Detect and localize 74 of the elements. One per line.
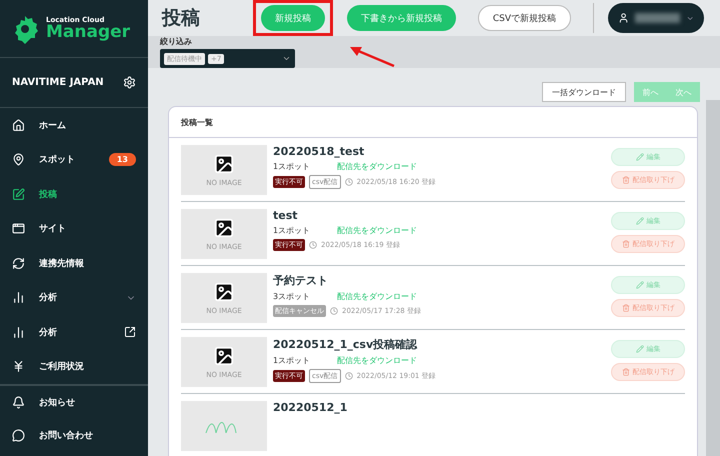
image-icon xyxy=(213,281,235,303)
post-title: 20220512_1_csv投稿確認 xyxy=(273,337,418,352)
image-icon xyxy=(213,345,235,367)
sidebar-item[interactable]: サイト xyxy=(0,212,148,246)
sidebar-item[interactable]: スポット 13 xyxy=(0,142,148,177)
user-icon xyxy=(618,12,630,24)
count-badge: 13 xyxy=(108,153,136,166)
bar-chart-icon xyxy=(12,326,25,339)
pencil-icon xyxy=(636,153,644,161)
image-icon xyxy=(213,217,235,239)
chevron-down-icon xyxy=(282,54,291,63)
clock-icon xyxy=(309,241,317,249)
post-title: 20220518_test xyxy=(273,145,366,158)
sidebar-item-label: お問い合わせ xyxy=(39,430,94,442)
post-title: test xyxy=(273,209,299,222)
sidebar-item[interactable]: 投稿 xyxy=(0,177,148,212)
sidebar-item[interactable]: ホーム xyxy=(0,108,148,142)
spot-count: 3スポット xyxy=(273,291,312,302)
logo-title: Manager xyxy=(46,24,130,40)
card-title: 投稿一覧 xyxy=(169,107,697,138)
sidebar-item-label: お知らせ xyxy=(39,396,76,409)
account-name: NAVITIME JAPAN xyxy=(12,77,104,88)
sidebar-item[interactable]: 連携先情報 xyxy=(0,246,148,280)
spot-count: 1スポット xyxy=(273,161,312,172)
user-menu-button[interactable] xyxy=(608,3,704,33)
trash-icon xyxy=(622,368,630,376)
sidebar-item-label: サイト xyxy=(39,223,67,236)
spot-count: 1スポット xyxy=(273,225,312,236)
external-link-icon xyxy=(124,326,136,338)
map-pin-icon xyxy=(12,153,25,166)
download-link[interactable]: 配信先をダウンロード xyxy=(337,355,417,366)
clock-icon xyxy=(330,307,338,315)
sidebar-item[interactable]: お問い合わせ xyxy=(0,418,148,453)
chat-icon xyxy=(12,429,25,442)
sidebar-item[interactable]: 分析 xyxy=(0,315,148,350)
pencil-icon xyxy=(636,281,644,289)
sidebar-item-label: 分析 xyxy=(39,326,58,339)
home-icon xyxy=(12,118,25,132)
settings-icon[interactable] xyxy=(123,76,136,89)
page-title: 投稿 xyxy=(162,6,201,31)
download-link[interactable]: 配信先をダウンロード xyxy=(337,291,417,302)
sidebar-item-label: スポット xyxy=(39,154,76,166)
blurred-username xyxy=(635,13,680,23)
new-post-button[interactable]: 新規投稿 xyxy=(260,5,325,31)
clock-icon xyxy=(344,372,353,380)
yen-icon xyxy=(12,360,25,374)
sidebar-item-label: 連携先情報 xyxy=(39,257,85,270)
trash-icon xyxy=(622,304,630,312)
bell-icon xyxy=(12,396,25,409)
sidebar-item-label: ご利用状況 xyxy=(39,360,85,374)
sidebar-item[interactable]: 分析 xyxy=(0,280,148,315)
filter-label: 絞り込み xyxy=(160,36,193,47)
sidebar-item-label: 分析 xyxy=(39,292,58,304)
new-post-button[interactable]: CSVで新規投稿 xyxy=(478,5,571,31)
download-link[interactable]: 配信先をダウンロード xyxy=(337,225,417,236)
sidebar-item-label: 投稿 xyxy=(39,188,58,201)
sidebar-item[interactable]: ご利用状況 xyxy=(0,350,148,384)
pencil-icon xyxy=(636,345,644,353)
post-title: 予約テスト xyxy=(273,273,329,288)
trash-icon xyxy=(622,176,630,184)
trash-icon xyxy=(622,240,630,248)
image-icon xyxy=(213,153,235,175)
spot-count: 1スポット xyxy=(273,355,312,366)
edit-icon xyxy=(12,188,25,201)
window-icon xyxy=(12,222,25,236)
bar-chart-icon xyxy=(12,291,25,304)
sidebar-item-label: ホーム xyxy=(39,120,67,132)
clock-icon xyxy=(344,178,353,186)
pencil-icon xyxy=(636,217,644,225)
download-link[interactable]: 配信先をダウンロード xyxy=(337,161,417,172)
sync-icon xyxy=(12,256,25,270)
post-title: 20220512_1 xyxy=(273,401,348,414)
bulk-download-button[interactable]: 一括ダウンロード xyxy=(542,82,626,102)
new-post-button[interactable]: 下書きから新規投稿 xyxy=(346,5,456,31)
